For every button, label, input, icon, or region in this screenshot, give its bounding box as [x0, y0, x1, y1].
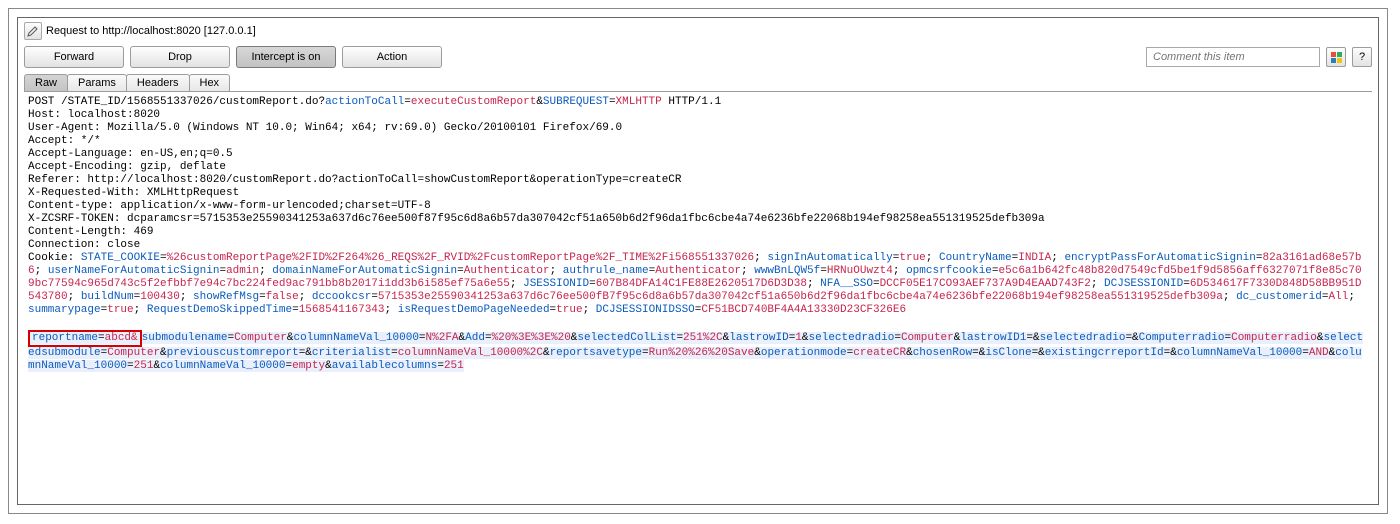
app-window: Request to http://localhost:8020 [127.0.…: [8, 8, 1388, 514]
action-button[interactable]: Action: [342, 46, 442, 68]
panel-header: Request to http://localhost:8020 [127.0.…: [18, 18, 1378, 44]
toolbar: Forward Drop Intercept is on Action ?: [18, 44, 1378, 74]
edit-toggle-button[interactable]: [24, 22, 42, 40]
help-button[interactable]: ?: [1352, 47, 1372, 67]
request-target-label: Request to http://localhost:8020 [127.0.…: [46, 25, 256, 37]
request-panel: Request to http://localhost:8020 [127.0.…: [17, 17, 1379, 505]
highlight-color-button[interactable]: [1326, 47, 1346, 67]
forward-button[interactable]: Forward: [24, 46, 124, 68]
tab-headers[interactable]: Headers: [126, 74, 190, 91]
raw-request-viewer[interactable]: POST /STATE_ID/1568551337026/customRepor…: [24, 91, 1372, 498]
comment-input[interactable]: [1146, 47, 1320, 67]
raw-request-text[interactable]: POST /STATE_ID/1568551337026/customRepor…: [24, 92, 1372, 377]
intercept-toggle-button[interactable]: Intercept is on: [236, 46, 336, 68]
drop-button[interactable]: Drop: [130, 46, 230, 68]
tab-raw[interactable]: Raw: [24, 74, 68, 91]
tab-strip: Raw Params Headers Hex: [18, 74, 1378, 91]
tab-params[interactable]: Params: [67, 74, 127, 91]
tab-hex[interactable]: Hex: [189, 74, 231, 91]
